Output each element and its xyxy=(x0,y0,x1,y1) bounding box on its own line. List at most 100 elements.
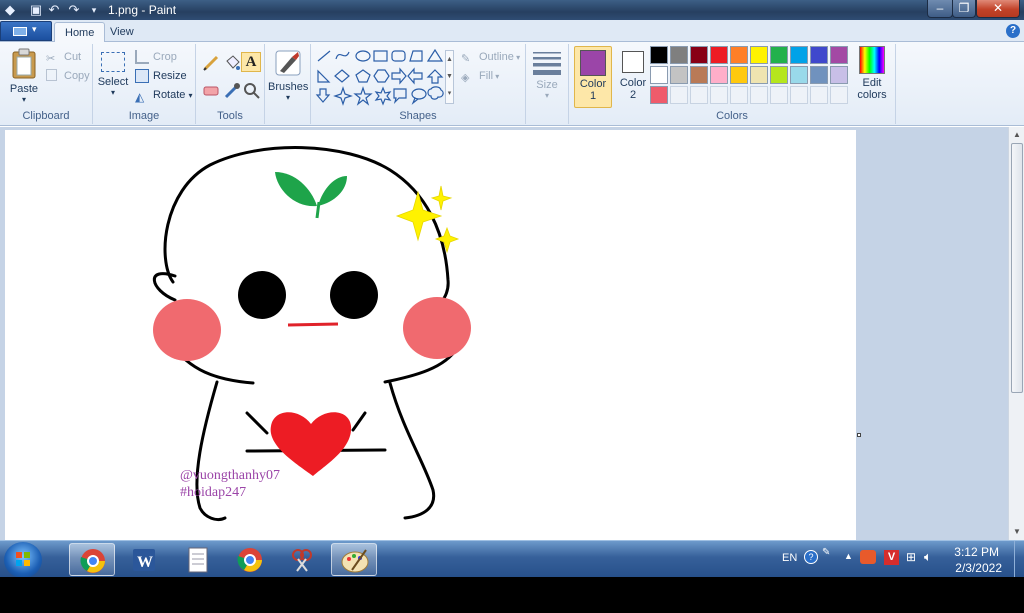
paint-app-icon[interactable]: ◆ xyxy=(2,2,18,18)
brushes-button[interactable]: Brushes ▾ xyxy=(268,48,308,102)
cut-label: Cut xyxy=(64,51,82,63)
show-hidden-icons-icon[interactable]: ▲ xyxy=(844,551,853,561)
palette-swatch[interactable] xyxy=(750,46,768,64)
fill-button[interactable]: ◈ Fill ▾ xyxy=(461,67,499,85)
palette-swatch[interactable] xyxy=(830,46,848,64)
palette-swatch[interactable] xyxy=(750,66,768,84)
color1-button[interactable]: Color 1 xyxy=(574,46,612,108)
clock-date[interactable]: 2/3/2022 xyxy=(955,561,1002,575)
paste-button[interactable]: Paste ▾ xyxy=(6,48,42,104)
title-bar: ◆ ▣ ↶ ↷ ▾ 1.png - Paint – ❐ ✕ xyxy=(0,0,1024,20)
help-tray-icon[interactable]: ? xyxy=(804,550,818,564)
network-icon[interactable]: ⊞ xyxy=(906,550,916,564)
fill-tool[interactable] xyxy=(221,52,241,72)
palette-swatch[interactable] xyxy=(730,46,748,64)
clipboard-group: Paste ▾ ✂ Cut Copy Clipboard xyxy=(0,44,93,124)
palette-swatch[interactable] xyxy=(710,66,728,84)
palette-swatch[interactable] xyxy=(770,46,788,64)
clock-time[interactable]: 3:12 PM xyxy=(954,545,999,559)
help-icon[interactable]: ? xyxy=(1006,24,1020,38)
outline-button[interactable]: ✎ Outline ▾ xyxy=(461,48,520,66)
palette-swatch[interactable] xyxy=(730,66,748,84)
taskbar: W EN ? ✎ ▲ V ⊞ 🔈︎ 3:12 PM 2/3/2022 xyxy=(0,540,1024,578)
taskbar-chrome-2[interactable] xyxy=(227,543,273,576)
palette-swatch[interactable] xyxy=(790,66,808,84)
eraser-icon xyxy=(203,86,219,96)
palette-empty-swatch[interactable] xyxy=(670,86,688,104)
palette-swatch[interactable] xyxy=(650,86,668,104)
palette-empty-swatch[interactable] xyxy=(770,86,788,104)
palette-empty-swatch[interactable] xyxy=(710,86,728,104)
maximize-button[interactable]: ❐ xyxy=(952,0,976,18)
shapes-gallery[interactable] xyxy=(315,48,457,106)
palette-swatch[interactable] xyxy=(790,46,808,64)
palette-swatch[interactable] xyxy=(670,46,688,64)
palette-swatch[interactable] xyxy=(690,66,708,84)
palette-empty-swatch[interactable] xyxy=(750,86,768,104)
taskbar-word[interactable]: W xyxy=(121,543,167,576)
palette-swatch[interactable] xyxy=(690,46,708,64)
palette-swatch[interactable] xyxy=(810,66,828,84)
undo-icon[interactable]: ↶ xyxy=(46,2,62,18)
pen-tray-icon[interactable]: ✎ xyxy=(822,547,830,558)
rotate-label: Rotate xyxy=(153,89,186,101)
vietkey-tray-icon[interactable]: V xyxy=(884,550,899,565)
start-button[interactable] xyxy=(4,542,42,578)
palette-swatch[interactable] xyxy=(650,66,668,84)
tab-home[interactable]: Home xyxy=(54,22,106,43)
volume-icon[interactable]: 🔈︎ xyxy=(924,549,932,565)
canvas-resize-handle[interactable] xyxy=(857,433,861,437)
select-dropdown-icon[interactable]: ▾ xyxy=(97,88,129,97)
palette-swatch[interactable] xyxy=(650,46,668,64)
file-menu-button[interactable]: ▾ xyxy=(0,21,52,41)
palette-swatch[interactable] xyxy=(810,46,828,64)
palette-swatch[interactable] xyxy=(770,66,788,84)
taskbar-snipping-tool[interactable] xyxy=(279,543,325,576)
crop-button[interactable]: Crop xyxy=(135,48,177,66)
language-indicator[interactable]: EN xyxy=(782,552,797,564)
palette-swatch[interactable] xyxy=(710,46,728,64)
quick-access-dropdown-icon[interactable]: ▾ xyxy=(86,2,102,18)
show-desktop-button[interactable] xyxy=(1014,541,1024,578)
palette-empty-swatch[interactable] xyxy=(810,86,828,104)
palette-empty-swatch[interactable] xyxy=(730,86,748,104)
palette-empty-swatch[interactable] xyxy=(790,86,808,104)
copy-button[interactable]: Copy xyxy=(46,67,90,85)
close-button[interactable]: ✕ xyxy=(976,0,1020,18)
taskbar-notepad[interactable] xyxy=(175,543,221,576)
eraser-tool[interactable] xyxy=(200,80,220,100)
color2-button[interactable]: Color 2 xyxy=(614,46,652,108)
rotate-dropdown-icon[interactable]: ▾ xyxy=(188,91,192,100)
resize-button[interactable]: Resize xyxy=(135,67,187,85)
palette-empty-swatch[interactable] xyxy=(830,86,848,104)
vertical-scrollbar[interactable]: ▲ ▼ xyxy=(1008,127,1024,540)
pencil-tool[interactable] xyxy=(200,52,220,72)
cut-button[interactable]: ✂ Cut xyxy=(46,48,81,66)
palette-empty-swatch[interactable] xyxy=(690,86,708,104)
edit-colors-button[interactable]: Edit colors xyxy=(853,46,891,101)
resize-icon xyxy=(135,69,149,83)
redo-icon[interactable]: ↷ xyxy=(66,2,82,18)
scroll-up-icon[interactable]: ▲ xyxy=(1009,127,1024,143)
unikey-tray-icon[interactable] xyxy=(860,550,876,564)
magnifier-tool[interactable] xyxy=(241,80,261,100)
color-picker-tool[interactable] xyxy=(221,80,241,100)
tab-view[interactable]: View xyxy=(100,22,144,43)
size-dropdown-icon[interactable]: ▾ xyxy=(529,91,565,100)
taskbar-chrome-1[interactable] xyxy=(69,543,115,576)
rotate-button[interactable]: ◭ Rotate ▾ xyxy=(135,86,193,104)
save-icon[interactable]: ▣ xyxy=(28,2,44,18)
taskbar-paint[interactable] xyxy=(331,543,377,576)
minimize-button[interactable]: – xyxy=(927,0,953,18)
scroll-down-icon[interactable]: ▼ xyxy=(1009,524,1024,540)
palette-swatch[interactable] xyxy=(670,66,688,84)
palette-swatch[interactable] xyxy=(830,66,848,84)
scroll-thumb[interactable] xyxy=(1011,143,1023,393)
brushes-dropdown-icon[interactable]: ▾ xyxy=(268,93,308,102)
drawing-canvas[interactable]: @vuongthanhy07 #hoidap247 xyxy=(5,130,856,540)
shapes-scroll[interactable]: ▲ ▼ ▾ xyxy=(445,50,454,104)
text-tool[interactable]: A xyxy=(241,52,261,72)
paste-dropdown-icon[interactable]: ▾ xyxy=(6,95,42,104)
select-button[interactable]: Select ▾ xyxy=(97,50,129,97)
size-button[interactable]: Size ▾ xyxy=(529,50,565,100)
